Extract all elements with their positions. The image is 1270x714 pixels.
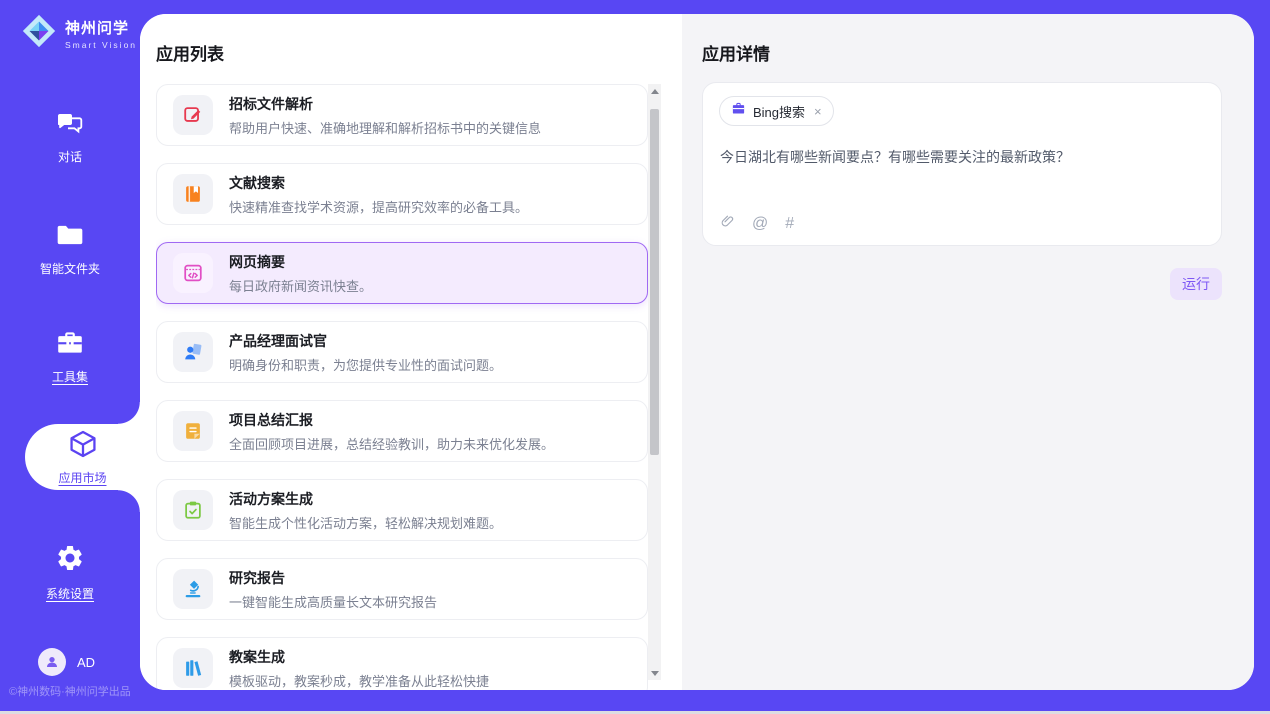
- gear-icon: [55, 543, 85, 578]
- brand-logo-icon: [20, 12, 58, 55]
- scroll-down-arrow-icon[interactable]: [648, 666, 661, 680]
- app-description: 一键智能生成高质量长文本研究报告: [229, 592, 437, 611]
- browser-code-icon: [173, 253, 213, 293]
- sidebar-item-market[interactable]: 应用市场: [25, 424, 140, 490]
- research-icon: [173, 569, 213, 609]
- folder-icon: [55, 222, 85, 253]
- note-icon: [173, 411, 213, 451]
- edit-doc-icon: [173, 95, 213, 135]
- app-list-title: 应用列表: [156, 40, 224, 65]
- app-list-item[interactable]: 研究报告 一键智能生成高质量长文本研究报告: [156, 558, 648, 620]
- avatar-user-icon: [38, 648, 66, 676]
- app-list-item[interactable]: 活动方案生成 智能生成个性化活动方案，轻松解决规划难题。: [156, 479, 648, 541]
- chat-icon: [55, 110, 85, 141]
- app-description: 模板驱动，教案秒成，教学准备从此轻松快捷: [229, 671, 489, 690]
- sidebar-item-label: 应用市场: [58, 469, 106, 486]
- app-list-item[interactable]: 教案生成 模板驱动，教案秒成，教学准备从此轻松快捷: [156, 637, 648, 690]
- prompt-card[interactable]: Bing搜索 × 今日湖北有哪些新闻要点？有哪些需要关注的最新政策？ @ #: [702, 82, 1222, 246]
- toolbox-icon: [55, 329, 85, 361]
- app-description: 快速精准查找学术资源，提高研究效率的必备工具。: [229, 197, 528, 216]
- books-icon: [173, 648, 213, 688]
- mention-icon[interactable]: @: [752, 216, 768, 232]
- app-detail-title: 应用详情: [702, 40, 770, 65]
- sidebar-item-folders[interactable]: 智能文件夹: [0, 222, 140, 277]
- run-button[interactable]: 运行: [1170, 268, 1222, 300]
- tool-tag-bing[interactable]: Bing搜索 ×: [719, 96, 834, 126]
- sidebar-item-tools[interactable]: 工具集: [0, 329, 140, 385]
- sidebar-item-label: 智能文件夹: [40, 260, 100, 277]
- app-description: 帮助用户快速、准确地理解和解析招标书中的关键信息: [229, 118, 541, 137]
- copyright: ©神州数码·神州问学出品: [9, 683, 131, 699]
- app-description: 全面回顾项目进展，总结经验教训，助力未来优化发展。: [229, 434, 554, 453]
- main-content: 应用列表 招标文件解析 帮助用户快速、准确地理解和解析招标书中的关键信息 文献搜…: [140, 14, 1254, 690]
- app-name: 产品经理面试官: [229, 331, 502, 351]
- hash-icon[interactable]: #: [785, 216, 794, 232]
- brand-subtitle: Smart Vision: [65, 40, 137, 50]
- app-list-item[interactable]: 项目总结汇报 全面回顾项目进展，总结经验教训，助力未来优化发展。: [156, 400, 648, 462]
- clipboard-check-icon: [173, 490, 213, 530]
- scrollbar-thumb[interactable]: [650, 109, 659, 455]
- user-label: AD: [77, 655, 95, 670]
- app-name: 教案生成: [229, 647, 489, 667]
- sidebar: 神州问学 Smart Vision 对话 智能文件夹 工具集 应用市场 系统设置: [0, 0, 140, 714]
- app-detail-panel: 应用详情 Bing搜索 × 今日湖北有哪些新闻要点？有哪些需要关注的最新政策？: [682, 14, 1254, 690]
- cube-icon: [67, 428, 99, 465]
- scroll-up-arrow-icon[interactable]: [648, 84, 661, 98]
- app-list: 招标文件解析 帮助用户快速、准确地理解和解析招标书中的关键信息 文献搜索 快速精…: [156, 84, 648, 690]
- app-list-item[interactable]: 网页摘要 每日政府新闻资讯快查。: [156, 242, 648, 304]
- sidebar-item-label: 对话: [58, 148, 82, 165]
- brand: 神州问学 Smart Vision: [20, 12, 137, 55]
- app-list-item[interactable]: 招标文件解析 帮助用户快速、准确地理解和解析招标书中的关键信息: [156, 84, 648, 146]
- book-icon: [173, 174, 213, 214]
- briefcase-icon: [731, 101, 746, 121]
- app-list-panel: 应用列表 招标文件解析 帮助用户快速、准确地理解和解析招标书中的关键信息 文献搜…: [140, 14, 682, 690]
- sidebar-item-label: 系统设置: [46, 585, 94, 602]
- tool-tag-label: Bing搜索: [753, 102, 805, 121]
- sidebar-item-settings[interactable]: 系统设置: [0, 543, 140, 602]
- app-name: 招标文件解析: [229, 94, 541, 114]
- user-account[interactable]: AD: [38, 648, 95, 676]
- tool-tag-close-icon[interactable]: ×: [814, 104, 822, 119]
- app-list-item[interactable]: 产品经理面试官 明确身份和职责，为您提供专业性的面试问题。: [156, 321, 648, 383]
- input-toolbar: @ #: [720, 213, 794, 235]
- app-name: 研究报告: [229, 568, 437, 588]
- app-list-scrollbar[interactable]: [648, 84, 661, 680]
- paperclip-icon[interactable]: [720, 213, 735, 235]
- app-list-item[interactable]: 文献搜索 快速精准查找学术资源，提高研究效率的必备工具。: [156, 163, 648, 225]
- app-description: 智能生成个性化活动方案，轻松解决规划难题。: [229, 513, 502, 532]
- app-description: 明确身份和职责，为您提供专业性的面试问题。: [229, 355, 502, 374]
- sidebar-item-chat[interactable]: 对话: [0, 110, 140, 165]
- app-name: 项目总结汇报: [229, 410, 554, 430]
- app-name: 文献搜索: [229, 173, 528, 193]
- brand-name: 神州问学: [65, 17, 137, 38]
- interview-icon: [173, 332, 213, 372]
- app-name: 网页摘要: [229, 252, 372, 272]
- prompt-text[interactable]: 今日湖北有哪些新闻要点？有哪些需要关注的最新政策？: [720, 147, 1205, 167]
- app-name: 活动方案生成: [229, 489, 502, 509]
- app-description: 每日政府新闻资讯快查。: [229, 276, 372, 295]
- sidebar-item-label: 工具集: [52, 368, 88, 385]
